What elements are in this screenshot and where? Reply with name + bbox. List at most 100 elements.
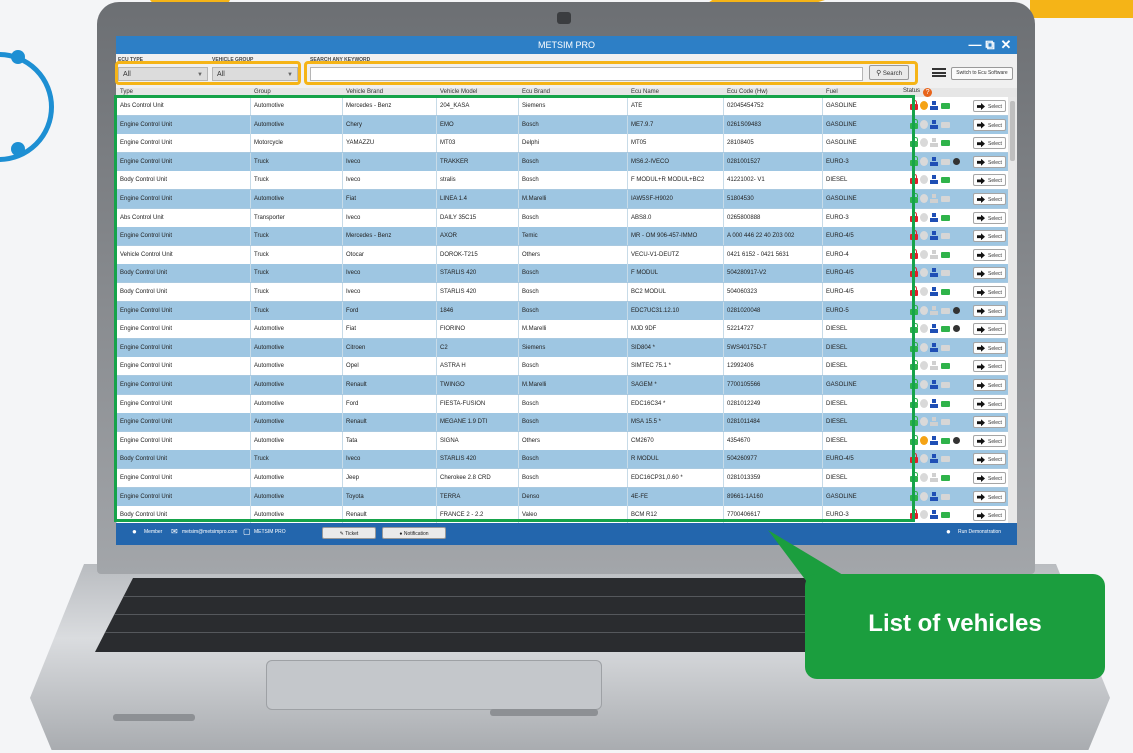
- warning-icon: [920, 101, 928, 110]
- select-button[interactable]: Select: [973, 248, 1006, 261]
- battery-icon: [941, 140, 950, 147]
- warning-icon: [920, 194, 928, 203]
- select-button[interactable]: Select: [973, 100, 1006, 112]
- select-button-label: Select: [988, 122, 1002, 129]
- select-button[interactable]: Select: [973, 211, 1006, 224]
- select-button-label: Select: [988, 178, 1002, 185]
- arrow-right-icon: [977, 419, 985, 427]
- select-button[interactable]: Select: [973, 434, 1006, 447]
- select-button[interactable]: Select: [973, 137, 1006, 150]
- arrow-right-icon: [977, 307, 985, 315]
- warning-icon: [920, 138, 928, 148]
- select-button-label: Select: [988, 457, 1002, 464]
- warning-icon: [920, 342, 928, 352]
- battery-icon: [941, 382, 950, 388]
- notification-button[interactable]: ● Notification: [382, 527, 446, 539]
- restore-button[interactable]: ⧉: [983, 38, 997, 52]
- select-button[interactable]: Select: [973, 509, 1006, 522]
- right-status-text[interactable]: Run Demonstration: [958, 529, 1001, 535]
- select-button[interactable]: Select: [973, 193, 1006, 205]
- menu-icon: [932, 68, 946, 77]
- battery-icon: [941, 512, 950, 519]
- select-button[interactable]: Select: [973, 379, 1006, 391]
- arrow-right-icon: [977, 475, 985, 482]
- chat-icon: ●: [399, 531, 403, 537]
- battery-icon: [941, 158, 950, 165]
- notification-button-label: Notification: [403, 531, 429, 537]
- gear-icon: [953, 436, 960, 444]
- user-icon: ●: [132, 527, 137, 536]
- network-icon: [930, 231, 938, 241]
- select-button-label: Select: [988, 438, 1002, 445]
- battery-icon: [941, 196, 950, 202]
- warning-icon: [920, 156, 928, 166]
- warning-icon: [920, 435, 928, 445]
- scrollbar[interactable]: [1008, 97, 1017, 523]
- base-slot: [490, 709, 598, 716]
- battery-icon: [941, 103, 950, 109]
- select-button[interactable]: Select: [973, 174, 1006, 187]
- network-icon: [930, 398, 938, 408]
- select-button[interactable]: Select: [973, 155, 1006, 168]
- select-button-label: Select: [988, 290, 1002, 296]
- select-button[interactable]: Select: [973, 416, 1006, 429]
- status-icons: [910, 323, 970, 334]
- status-icons: [910, 230, 970, 241]
- minimize-button[interactable]: —: [968, 38, 982, 52]
- select-button[interactable]: Select: [973, 490, 1006, 503]
- battery-icon: [941, 493, 950, 500]
- select-button[interactable]: Select: [973, 341, 1006, 354]
- warning-icon: [920, 249, 928, 259]
- warning-icon: [920, 417, 928, 427]
- select-button[interactable]: Select: [973, 230, 1006, 243]
- select-button-label: Select: [988, 420, 1002, 427]
- select-button[interactable]: Select: [973, 267, 1006, 280]
- status-icons: [910, 286, 970, 297]
- close-button[interactable]: ✕: [999, 38, 1013, 52]
- arrow-right-icon: [977, 437, 985, 445]
- status-icons: [910, 137, 970, 148]
- battery-icon: [941, 419, 950, 426]
- select-button[interactable]: Select: [973, 453, 1006, 466]
- select-button[interactable]: Select: [973, 304, 1006, 317]
- warning-icon: [920, 398, 928, 408]
- switch-to-ecu-software-button[interactable]: Switch to Ecu Software: [932, 65, 1013, 80]
- network-icon: [930, 268, 938, 278]
- status-icons: [910, 267, 970, 278]
- arrow-right-icon: [977, 140, 985, 148]
- network-icon: [930, 473, 938, 482]
- battery-icon: [941, 214, 950, 221]
- battery-icon: [941, 344, 950, 351]
- arrow-right-icon: [977, 121, 985, 129]
- warning-icon: [920, 175, 928, 185]
- select-button-label: Select: [988, 345, 1002, 352]
- app-title: METSIM PRO: [537, 40, 595, 50]
- arrow-right-icon: [977, 512, 985, 520]
- search-highlight-box: [304, 61, 918, 85]
- select-button-label: Select: [988, 104, 1002, 110]
- help-icon[interactable]: ?: [923, 88, 933, 97]
- arrow-right-icon: [977, 103, 985, 110]
- ticket-button[interactable]: ✎ Ticket: [322, 527, 376, 539]
- status-icons: [910, 397, 970, 409]
- select-button[interactable]: Select: [973, 118, 1006, 131]
- battery-icon: [941, 400, 950, 407]
- select-button[interactable]: Select: [973, 323, 1006, 336]
- select-button[interactable]: Select: [973, 472, 1006, 484]
- select-button[interactable]: Select: [973, 286, 1006, 298]
- status-icons: [910, 453, 970, 464]
- select-button[interactable]: Select: [973, 397, 1006, 410]
- arrow-right-icon: [977, 456, 985, 464]
- decor-circle: [0, 52, 54, 162]
- select-button[interactable]: Select: [973, 360, 1006, 373]
- arrow-right-icon: [977, 326, 985, 334]
- select-button-label: Select: [988, 215, 1002, 222]
- battery-icon: [941, 363, 950, 370]
- status-icons: [910, 304, 970, 316]
- network-icon: [930, 287, 938, 296]
- select-button-label: Select: [988, 364, 1002, 371]
- decor-dot: [11, 142, 25, 156]
- base-slot: [113, 714, 195, 721]
- monitor-icon: ▢: [243, 527, 251, 536]
- scrollbar-thumb[interactable]: [1010, 101, 1015, 161]
